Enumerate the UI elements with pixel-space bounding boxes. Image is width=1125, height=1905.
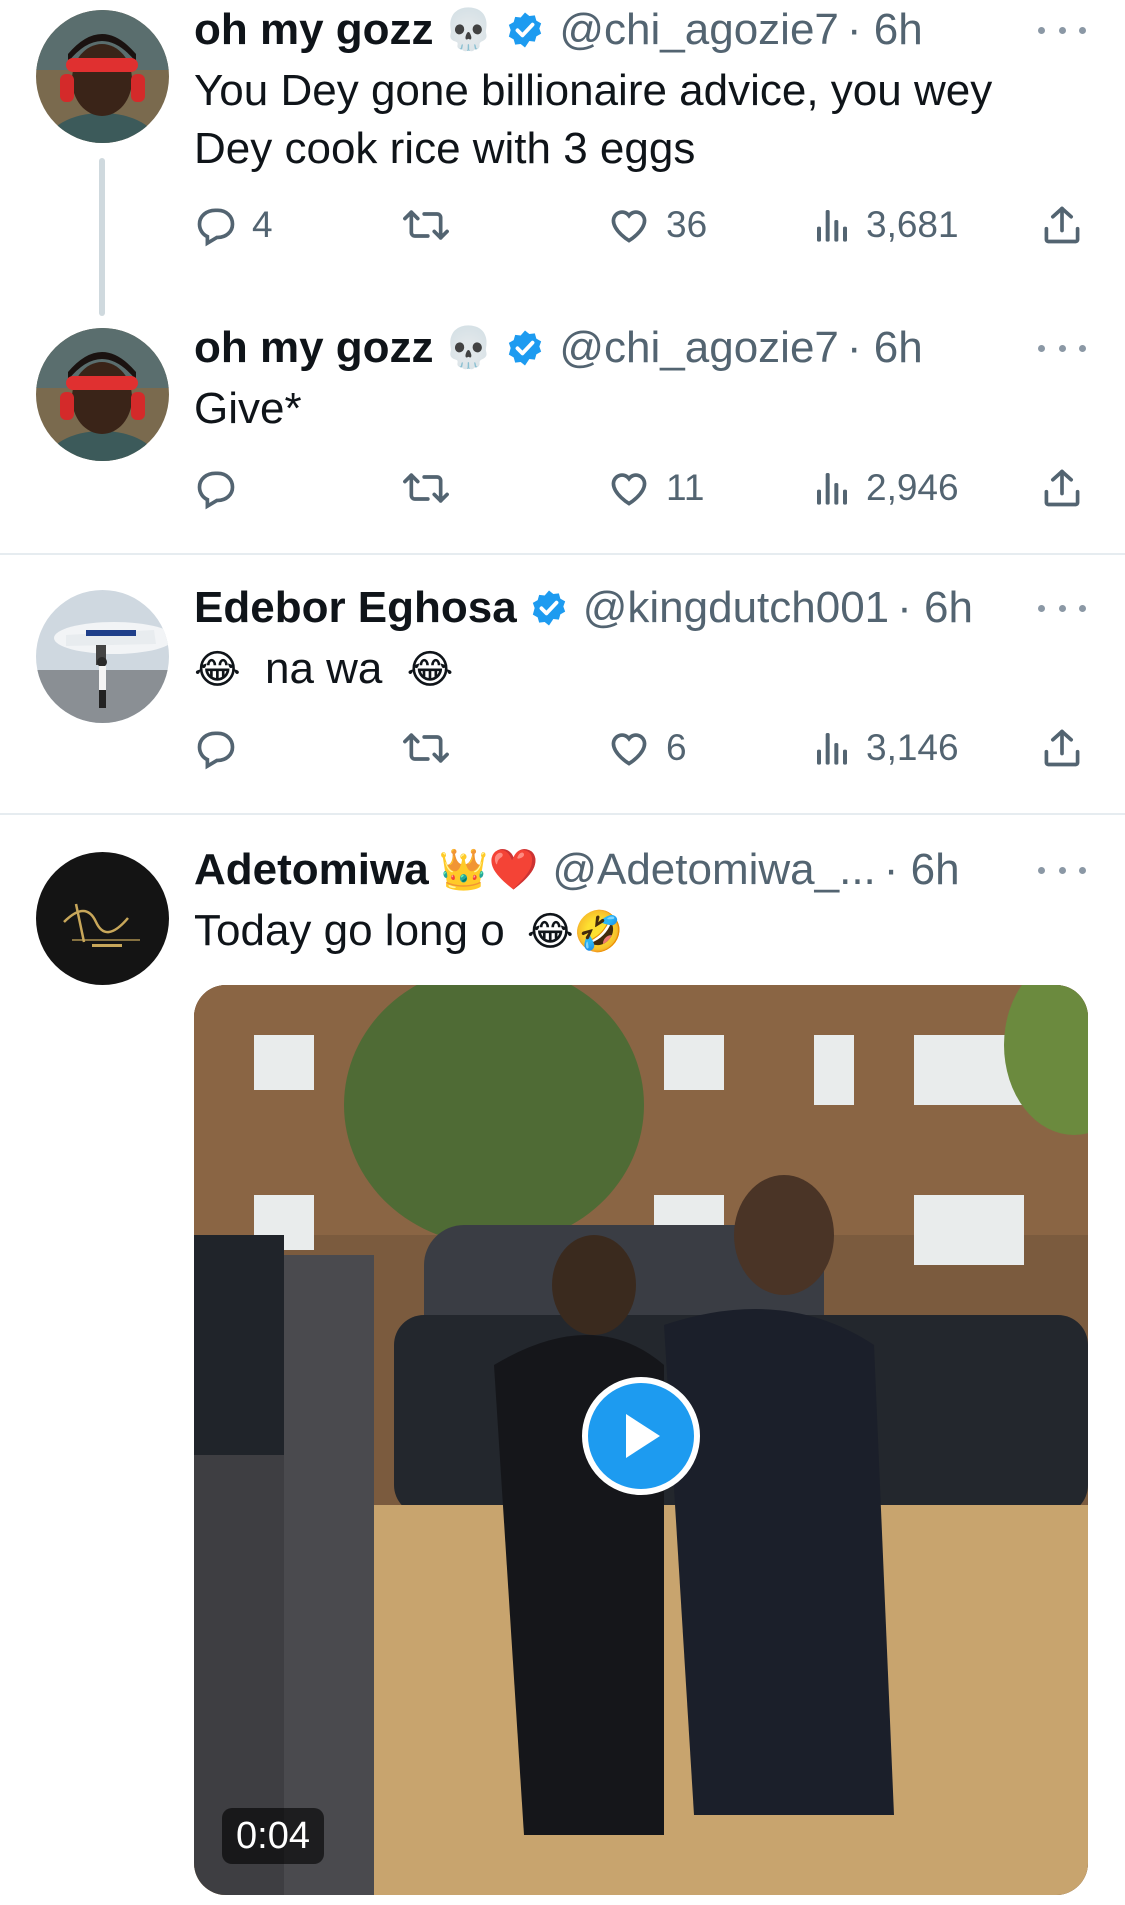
laughing-emoji: 😂 xyxy=(406,647,454,693)
reply-button[interactable]: 4 xyxy=(194,195,273,255)
views-button[interactable]: 3,681 xyxy=(812,195,959,255)
more-options-icon[interactable] xyxy=(1038,598,1086,618)
share-button[interactable] xyxy=(1040,718,1084,778)
more-options-icon[interactable] xyxy=(1038,20,1086,40)
tweet-text-line: Dey cook rice with 3 eggs xyxy=(194,124,696,173)
share-icon xyxy=(1044,206,1080,244)
share-button[interactable] xyxy=(1040,195,1084,255)
retweet-icon xyxy=(403,473,449,503)
skull-emoji: 💀 xyxy=(443,7,494,53)
video-duration: 0:04 xyxy=(222,1808,324,1864)
avatar[interactable] xyxy=(36,328,169,461)
timestamp[interactable]: · 6h xyxy=(897,578,973,638)
tweet[interactable]: Edebor Eghosa @kingdutch001 · 6h 😂 na wa… xyxy=(0,578,1125,813)
person-airplane-icon xyxy=(36,590,169,723)
heart-icon xyxy=(611,210,647,243)
share-icon xyxy=(1044,469,1080,507)
play-icon xyxy=(626,1414,660,1458)
reply-count: 4 xyxy=(252,204,273,245)
retweet-button[interactable] xyxy=(402,718,464,778)
timestamp[interactable]: · 6h xyxy=(847,0,923,60)
divider xyxy=(0,553,1125,555)
reply-icon xyxy=(197,731,235,770)
action-bar: 11 2,946 xyxy=(194,458,1094,518)
laughing-emoji: 😂🤣 xyxy=(526,909,624,955)
share-button[interactable] xyxy=(1040,458,1084,518)
share-icon xyxy=(1044,729,1080,767)
views-chart-icon xyxy=(817,733,847,765)
views-chart-icon xyxy=(817,210,847,242)
timestamp[interactable]: · 6h xyxy=(847,318,923,378)
like-button[interactable]: 11 xyxy=(606,458,704,518)
views-button[interactable]: 2,946 xyxy=(812,458,959,518)
avatar[interactable] xyxy=(36,10,169,143)
action-bar: 4 36 3,681 xyxy=(194,195,1094,255)
display-name[interactable]: oh my gozz xyxy=(194,318,434,378)
verified-badge-icon xyxy=(505,10,545,50)
handle[interactable]: @chi_agozie7 xyxy=(559,0,839,60)
action-bar: 6 3,146 xyxy=(194,718,1094,778)
laughing-emoji: 😂 xyxy=(194,647,241,693)
like-button[interactable]: 36 xyxy=(606,195,707,255)
heart-icon xyxy=(611,733,647,766)
display-name[interactable]: oh my gozz xyxy=(194,0,434,60)
avatar[interactable] xyxy=(36,590,169,723)
video-player[interactable]: 0:04 xyxy=(194,985,1088,1895)
play-button[interactable] xyxy=(582,1377,700,1495)
more-options-icon[interactable] xyxy=(1038,860,1086,880)
views-chart-icon xyxy=(817,473,847,505)
tweet-text-line: You Dey gone billionaire advice, you wey xyxy=(194,66,993,115)
handle[interactable]: @Adetomiwa_... xyxy=(552,840,875,900)
display-name[interactable]: Adetomiwa xyxy=(194,840,429,900)
tweet[interactable]: oh my gozz 💀 @chi_agozie7 · 6h Give* 11 … xyxy=(0,318,1125,553)
like-count: 36 xyxy=(666,204,708,245)
crown-heart-emoji: 👑❤️ xyxy=(438,847,539,893)
heart-icon xyxy=(611,473,647,506)
tweet-text: You Dey gone billionaire advice, you wey… xyxy=(194,62,1074,178)
retweet-icon xyxy=(403,733,449,763)
display-name[interactable]: Edebor Eghosa xyxy=(194,578,517,638)
more-options-icon[interactable] xyxy=(1038,338,1086,358)
reply-button[interactable] xyxy=(194,458,252,518)
tweet-text: Today go long o 😂🤣 xyxy=(194,902,1074,961)
retweet-button[interactable] xyxy=(402,195,464,255)
view-count: 3,681 xyxy=(866,204,959,245)
view-count: 3,146 xyxy=(866,727,959,768)
verified-badge-icon xyxy=(529,588,569,628)
verified-badge-icon xyxy=(505,328,545,368)
reply-button[interactable] xyxy=(194,718,252,778)
views-button[interactable]: 3,146 xyxy=(812,718,959,778)
handle[interactable]: @kingdutch001 xyxy=(583,578,889,638)
tweet[interactable]: oh my gozz 💀 @chi_agozie7 · 6h You Dey g… xyxy=(0,0,1125,300)
reply-icon xyxy=(197,208,235,247)
tweet-text-content: Today go long o xyxy=(194,906,505,955)
view-count: 2,946 xyxy=(866,467,959,508)
person-red-headphones-icon xyxy=(36,10,169,143)
like-count: 11 xyxy=(666,467,705,508)
retweet-button[interactable] xyxy=(402,458,464,518)
timestamp[interactable]: · 6h xyxy=(884,840,960,900)
like-button[interactable]: 6 xyxy=(606,718,687,778)
handle[interactable]: @chi_agozie7 xyxy=(559,318,839,378)
signature-logo-icon xyxy=(36,852,169,985)
retweet-icon xyxy=(403,210,449,240)
like-count: 6 xyxy=(666,727,687,768)
reply-icon xyxy=(197,471,235,510)
tweet-text-content: na wa xyxy=(264,644,383,693)
tweet-text: 😂 na wa 😂 xyxy=(194,640,1074,699)
avatar[interactable] xyxy=(36,852,169,985)
tweet-text: Give* xyxy=(194,384,302,433)
skull-emoji: 💀 xyxy=(443,325,494,371)
person-red-headphones-icon xyxy=(36,328,169,461)
divider xyxy=(0,813,1125,815)
